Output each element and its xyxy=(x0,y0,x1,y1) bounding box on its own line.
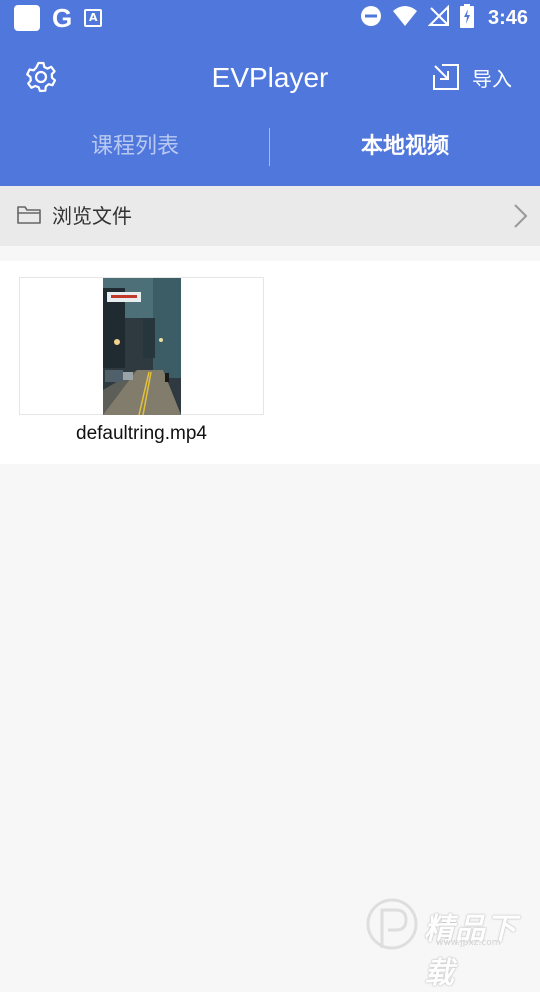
battery-charging-icon xyxy=(460,4,474,32)
video-thumbnail xyxy=(103,278,181,415)
tab-local-videos[interactable]: 本地视频 xyxy=(270,118,540,176)
import-arrow-icon xyxy=(432,63,460,95)
no-signal-icon xyxy=(428,5,450,31)
folder-icon xyxy=(17,204,41,230)
toolbar: EVPlayer 导入 xyxy=(0,44,540,114)
tab-course-list[interactable]: 课程列表 xyxy=(0,118,270,176)
tab-divider xyxy=(269,128,270,166)
google-icon: G xyxy=(52,5,72,31)
do-not-disturb-icon xyxy=(360,5,382,31)
status-bar: G A 3:46 xyxy=(0,0,540,36)
chevron-right-icon xyxy=(512,203,528,233)
keyboard-a-icon: A xyxy=(84,9,102,27)
browse-files-label: 浏览文件 xyxy=(52,186,132,246)
video-filename: defaultring.mp4 xyxy=(19,421,264,447)
tab-bar: 课程列表 本地视频 xyxy=(0,118,540,176)
notification-square-icon xyxy=(14,5,40,31)
wifi-icon xyxy=(392,5,418,31)
import-button[interactable]: 导入 xyxy=(432,62,512,96)
video-list: defaultring.mp4 xyxy=(0,261,540,464)
status-time: 3:46 xyxy=(488,7,528,30)
import-label: 导入 xyxy=(472,62,512,96)
browse-files-row[interactable]: 浏览文件 xyxy=(0,186,540,246)
video-item[interactable]: defaultring.mp4 xyxy=(19,277,264,447)
app-header: G A 3:46 xyxy=(0,0,540,186)
watermark-logo: 精品下载 www.jpxz.com xyxy=(366,896,534,956)
video-thumbnail-frame xyxy=(19,277,264,415)
